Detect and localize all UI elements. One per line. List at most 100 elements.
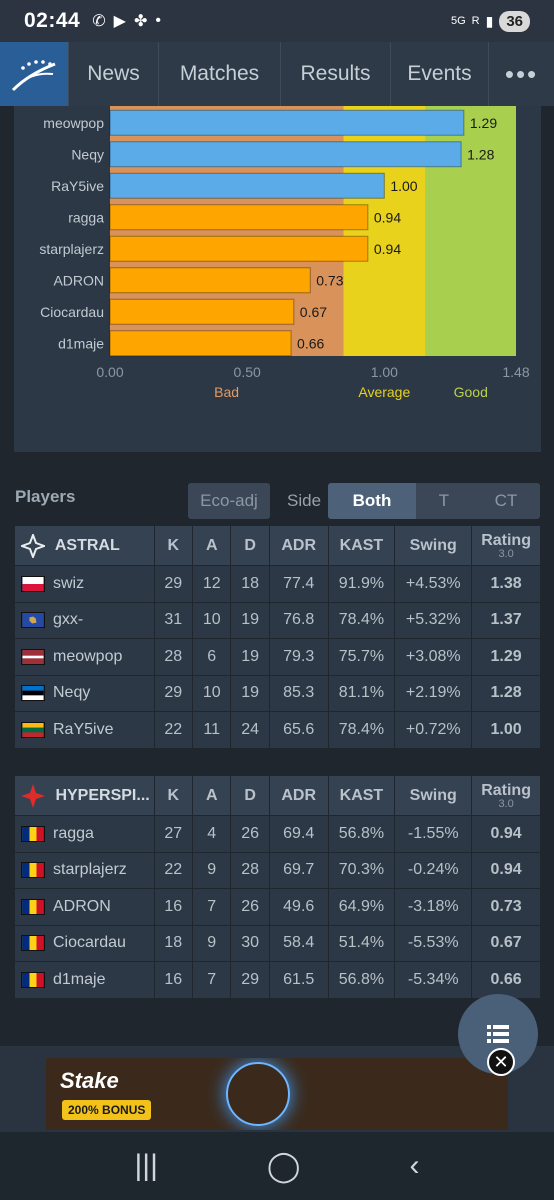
ad-banner[interactable]: Stake 200% BONUS <box>46 1058 508 1130</box>
player-name: ADRON <box>53 897 111 915</box>
table-row[interactable]: swiz 29 12 18 77.4 91.9% +4.53% 1.38 <box>14 565 541 603</box>
nav-events[interactable]: Events <box>390 42 488 106</box>
chart-value-label: 0.73 <box>316 272 343 288</box>
col-k: K <box>153 775 194 816</box>
home-icon[interactable]: ◯ <box>267 1149 301 1184</box>
cell-rating: 1.37 <box>471 601 541 639</box>
nav-matches[interactable]: Matches <box>158 42 280 106</box>
flag-icon <box>21 862 45 879</box>
cell-k: 22 <box>153 711 194 749</box>
table-row[interactable]: ADRON 16 7 26 49.6 64.9% -3.18% 0.73 <box>14 888 541 926</box>
nav-results[interactable]: Results <box>280 42 390 106</box>
player-name: gxx- <box>53 611 84 629</box>
chart-category-label: starplajerz <box>39 241 104 257</box>
chart-zone-label: Good <box>454 384 488 400</box>
whatsapp-icon: ✆ <box>92 13 106 30</box>
ad-bonus: 200% BONUS <box>62 1100 152 1120</box>
col-rating-label: Rating <box>481 531 531 549</box>
cell-kast: 78.4% <box>327 601 396 639</box>
cell-rating: 0.94 <box>471 815 541 853</box>
col-adr: ADR <box>268 775 329 816</box>
chart-tick-label: 1.00 <box>371 364 398 380</box>
chart-zone-label: Bad <box>214 384 239 400</box>
cell-kast: 81.1% <box>327 674 396 712</box>
chart-value-label: 1.00 <box>390 178 417 194</box>
cell-d: 18 <box>230 565 270 603</box>
table-row[interactable]: ragga 27 4 26 69.4 56.8% -1.55% 0.94 <box>14 815 541 853</box>
cell-kast: 56.8% <box>327 961 396 999</box>
youtube-icon: ▶ <box>113 13 126 30</box>
player-name: ragga <box>53 824 94 842</box>
cell-adr: 79.3 <box>268 638 329 676</box>
table-row[interactable]: Ciocardau 18 9 30 58.4 51.4% -5.53% 0.67 <box>14 924 541 962</box>
chart-zone-label: Average <box>358 384 410 400</box>
cell-a: 6 <box>192 638 232 676</box>
player-cell[interactable]: Neqy <box>14 674 155 712</box>
col-swing: Swing <box>394 775 473 816</box>
chart-bar <box>109 267 311 294</box>
player-name: starplajerz <box>53 861 127 879</box>
cell-rating: 1.29 <box>471 638 541 676</box>
col-swing: Swing <box>394 525 473 566</box>
nav-news[interactable]: News <box>68 42 158 106</box>
more-menu-button[interactable]: ••• <box>488 42 554 106</box>
cell-a: 9 <box>192 924 232 962</box>
cell-adr: 58.4 <box>268 924 329 962</box>
col-d: D <box>230 525 270 566</box>
table-row[interactable]: gxx- 31 10 19 76.8 78.4% +5.32% 1.37 <box>14 601 541 639</box>
cell-rating: 1.38 <box>471 565 541 603</box>
cell-d: 19 <box>230 638 270 676</box>
chart-bar <box>109 330 292 357</box>
chart-category-label: d1maje <box>58 335 104 351</box>
cell-swing: +0.72% <box>394 711 473 749</box>
close-icon[interactable]: ✕ <box>487 1048 515 1076</box>
player-cell[interactable]: Ciocardau <box>14 924 155 962</box>
cell-rating: 1.00 <box>471 711 541 749</box>
cell-swing: +5.32% <box>394 601 473 639</box>
side-tab-t[interactable]: T <box>416 483 472 519</box>
player-cell[interactable]: RaY5ive <box>14 711 155 749</box>
flag-icon <box>21 575 45 592</box>
chart-category-label: RaY5ive <box>51 178 104 194</box>
cell-a: 9 <box>192 851 232 889</box>
hltv-logo-icon[interactable] <box>0 42 68 106</box>
side-tab-both[interactable]: Both <box>328 483 416 519</box>
dot-icon: • <box>155 12 161 29</box>
battery-badge: 36 <box>499 10 530 32</box>
player-name: d1maje <box>53 970 106 988</box>
cell-k: 31 <box>153 601 194 639</box>
table-row[interactable]: RaY5ive 22 11 24 65.6 78.4% +0.72% 1.00 <box>14 711 541 749</box>
cell-d: 26 <box>230 888 270 926</box>
table-row[interactable]: meowpop 28 6 19 79.3 75.7% +3.08% 1.29 <box>14 638 541 676</box>
cell-d: 19 <box>230 674 270 712</box>
col-a: A <box>192 775 232 816</box>
team-header[interactable]: HYPERSPI... <box>14 775 155 816</box>
player-cell[interactable]: meowpop <box>14 638 155 676</box>
recent-apps-icon[interactable]: ||| <box>135 1149 158 1183</box>
chart-value-label: 0.67 <box>300 304 327 320</box>
astral-team-logo-icon <box>21 533 45 558</box>
player-cell[interactable]: gxx- <box>14 601 155 639</box>
cell-a: 7 <box>192 961 232 999</box>
player-name: Neqy <box>53 684 91 702</box>
table-row[interactable]: Neqy 29 10 19 85.3 81.1% +2.19% 1.28 <box>14 674 541 712</box>
cell-kast: 51.4% <box>327 924 396 962</box>
table-row[interactable]: d1maje 16 7 29 61.5 56.8% -5.34% 0.66 <box>14 961 541 999</box>
notification-icons: ✆ ▶ ✤ • <box>92 11 161 31</box>
chart-tick-label: 0.00 <box>96 364 123 380</box>
player-cell[interactable]: starplajerz <box>14 851 155 889</box>
signal-label: R <box>471 15 480 27</box>
player-cell[interactable]: ragga <box>14 815 155 853</box>
table-row[interactable]: starplajerz 22 9 28 69.7 70.3% -0.24% 0.94 <box>14 851 541 889</box>
cell-adr: 77.4 <box>268 565 329 603</box>
player-cell[interactable]: swiz <box>14 565 155 603</box>
team-header[interactable]: ASTRAL <box>14 525 155 566</box>
player-cell[interactable]: d1maje <box>14 961 155 999</box>
side-tab-ct[interactable]: CT <box>472 483 540 519</box>
cell-k: 22 <box>153 851 194 889</box>
player-cell[interactable]: ADRON <box>14 888 155 926</box>
flag-icon <box>21 898 45 915</box>
eco-adj-toggle[interactable]: Eco-adj <box>188 483 270 519</box>
col-rating: Rating 3.0 <box>471 775 541 816</box>
back-icon[interactable]: ‹ <box>409 1149 419 1183</box>
